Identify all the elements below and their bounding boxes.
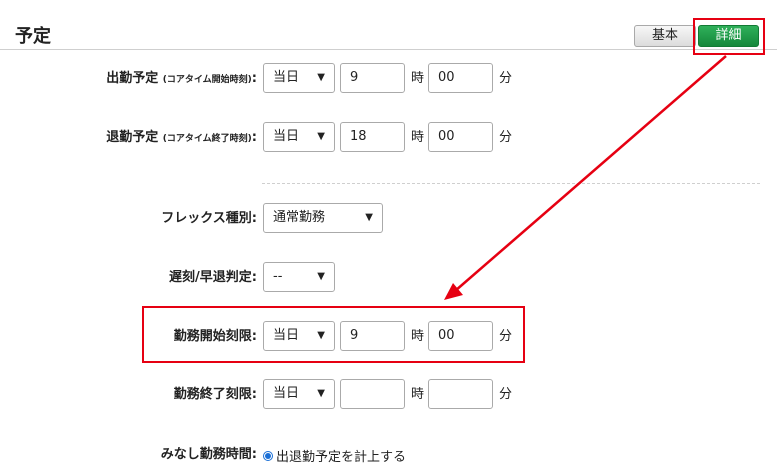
annotation-arrow <box>444 55 727 300</box>
